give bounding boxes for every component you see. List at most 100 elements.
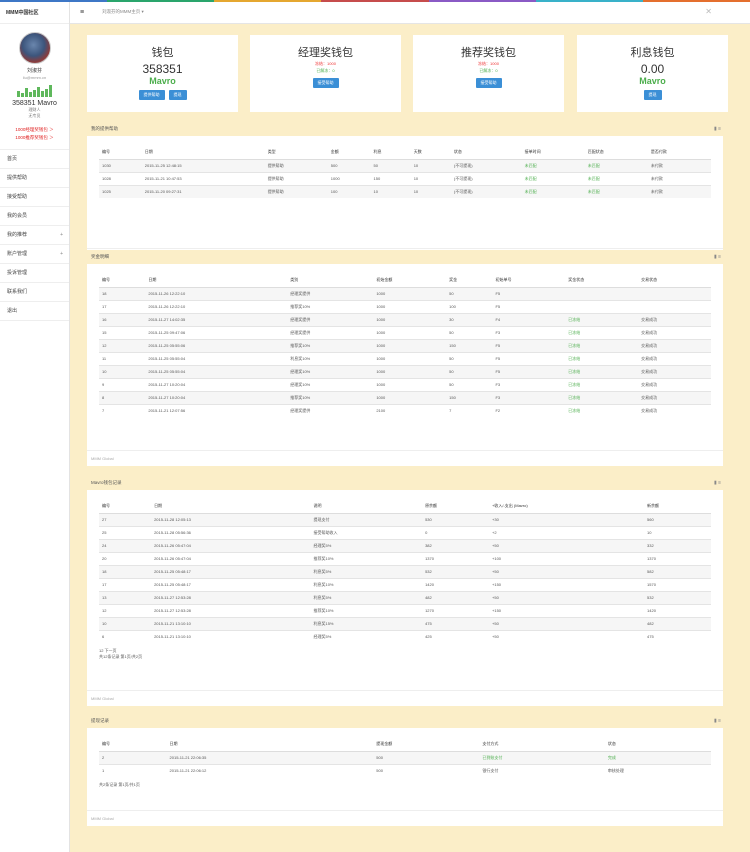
column-header[interactable]: +收入/-支出 (Mavro) [489,500,645,514]
column-header[interactable]: 交易状态 [638,274,711,288]
table-cell: 经理奖提供 [287,403,374,417]
table-cell: +100 [489,551,645,565]
breadcrumb[interactable]: 刘淑芬的MMM主页 ▾ [102,9,144,15]
sidebar-item[interactable]: 退出 [0,302,69,321]
sidebar-item[interactable]: 接受帮助 [0,188,69,207]
table-cell: 完成 [604,750,711,764]
table-row: 12 2015-11-27 12:53:28 推荐奖10% 1270 +150 1420 [99,603,711,617]
sidebar-item-label: 投诉管理 [7,270,28,276]
column-header[interactable]: 类型 [264,146,328,160]
column-header[interactable]: 支付方式 [479,738,605,752]
column-header[interactable]: 金额 [327,146,371,160]
table-cell: 推荐奖10% [287,299,374,313]
activity-bar [29,92,32,97]
table-cell: 2015-11-21 13:10:10 [151,616,311,630]
wallet-action-button[interactable]: 提供帮助 [138,90,165,100]
column-header[interactable]: 日期 [145,274,288,288]
column-header[interactable]: 匹配状态 [584,146,648,160]
table-cell: 9 [99,377,146,391]
table-cell: 100 [446,299,493,313]
wallet-action-button[interactable]: 接受帮助 [475,78,502,88]
sidebar-item[interactable]: 首页 [0,150,69,169]
column-header[interactable]: 初始金额 [373,274,447,288]
table-row: 8 2015-11-27 10:20:04 推荐奖10% 1000 150 F3 已冻结 交易… [99,390,711,404]
column-header[interactable]: 日期 [166,738,374,752]
manager-bonus-alert[interactable]: 1000经理奖钱包 ＞ [0,127,69,133]
table-cell: 2015-11-26 12:22:10 [145,286,288,300]
avatar[interactable] [18,32,51,64]
wallet-action-button[interactable]: 提现 [168,90,187,100]
column-header[interactable]: 日期 [151,500,311,514]
table-cell: +50 [489,616,645,630]
column-header[interactable]: 奖金 [446,274,493,288]
profile-manager: 无专员 [28,113,41,118]
wallet-card: 利息钱包 0.00 Mavro 提现 [577,35,728,112]
table-cell: 推荐奖10% [287,390,374,404]
table-cell: +2 [489,525,645,539]
column-header[interactable]: 原余额 [422,500,490,514]
withdraw-table: 编号 日期 提现金额 支付方式 状态 2 2015-11-21 22:06:35 500 已到账… [99,738,711,777]
table-cell: 1030 [99,158,142,172]
table-cell: 482 [644,616,711,630]
wallet-action-button[interactable]: 接受帮助 [312,78,339,88]
sidebar-item[interactable]: 联系我们 [0,283,69,302]
panel-tools-icon[interactable]: ▮ ≡ [714,476,721,490]
wallet-title: 经理奖钱包 [298,47,353,59]
expand-icon[interactable]: + [60,226,63,245]
brand-logo[interactable]: MMM中国社区 [0,2,69,24]
sidebar-item[interactable]: 投诉管理 [0,264,69,283]
column-header[interactable]: 状态 [450,146,522,160]
sidebar-item[interactable]: 提供帮助 [0,169,69,188]
column-header[interactable]: 编号 [99,500,152,514]
panel-header: 我的提供帮助 ▮ ≡ [87,122,723,136]
panel-tools-icon[interactable]: ▮ ≡ [714,122,721,136]
column-header[interactable]: 类别 [287,274,374,288]
sidebar-item-label: 首页 [7,156,18,162]
column-header[interactable]: 编号 [99,146,142,160]
table-cell: 提现支付 [310,512,423,526]
table-cell: 10 [410,184,451,198]
table-cell: F5 [492,351,566,365]
table-cell: 50 [370,158,411,172]
column-header[interactable]: 接单时间 [521,146,585,160]
column-header[interactable]: 天数 [410,146,451,160]
table-row: 15 2015-11-25 09:47:06 经理奖提供 1000 50 F3 已冻结 交易成… [99,325,711,339]
panel-tools-icon[interactable]: ▮ ≡ [714,250,721,264]
table-cell: 2015-11-26 05:47:04 [151,551,311,565]
column-header[interactable]: 说明 [310,500,423,514]
fullscreen-icon[interactable]: ✕ [705,7,712,16]
sidebar-item-label: 退出 [7,308,18,314]
column-header[interactable]: 日期 [141,146,265,160]
column-header[interactable]: 是否付款 [647,146,711,160]
table-cell: 已冻结 [565,390,639,404]
column-header[interactable]: 编号 [99,738,167,752]
table-cell: 接受帮助收入 [310,525,423,539]
column-header[interactable]: 状态 [604,738,711,752]
column-header[interactable]: 编号 [99,274,146,288]
sidebar-item-label: 提供帮助 [7,175,28,181]
column-header[interactable]: 新余额 [644,500,711,514]
table-cell: +50 [489,564,645,578]
table-cell: 银行支付 [479,763,605,777]
panel-tools-icon[interactable]: ▮ ≡ [714,714,721,728]
wallet-title: 推荐奖钱包 [461,47,516,59]
table-cell: 已冻结 [565,338,639,352]
table-cell: F5 [492,299,566,313]
column-header[interactable]: 奖金状态 [565,274,639,288]
column-header[interactable]: 利息 [370,146,411,160]
wallet-action-button[interactable]: 提现 [643,90,662,100]
bonus-panel: 奖金明细 ▮ ≡ 编号 日期 类别 初始金额 奖金 初始单号 奖金状态 交易状态 18 2015-1… [87,250,723,466]
sidebar-item[interactable]: 我的会员 [0,207,69,226]
sidebar-item[interactable]: 账户管理 + [0,245,69,264]
withdraw-panel: 提现记录 ▮ ≡ 编号 日期 提现金额 支付方式 状态 2 2015-11-21 22:06:… [87,714,723,826]
column-header[interactable]: 提现金额 [373,738,480,752]
table-cell: 15 [99,325,146,339]
table-cell: 1000 [373,364,447,378]
column-header[interactable]: 初始单号 [492,274,566,288]
menu-toggle-icon[interactable]: ≡ [80,9,84,16]
sidebar-item[interactable]: 我的推荐 + [0,226,69,245]
expand-icon[interactable]: + [60,245,63,264]
table-row: 12 2015-11-25 05:55:06 推荐奖10% 1000 150 F5 已冻结交… [99,338,711,352]
referral-bonus-alert[interactable]: 1000推荐奖钱包 ＞ [0,135,69,141]
table-cell: 2015-11-28 05:56:36 [151,525,311,539]
